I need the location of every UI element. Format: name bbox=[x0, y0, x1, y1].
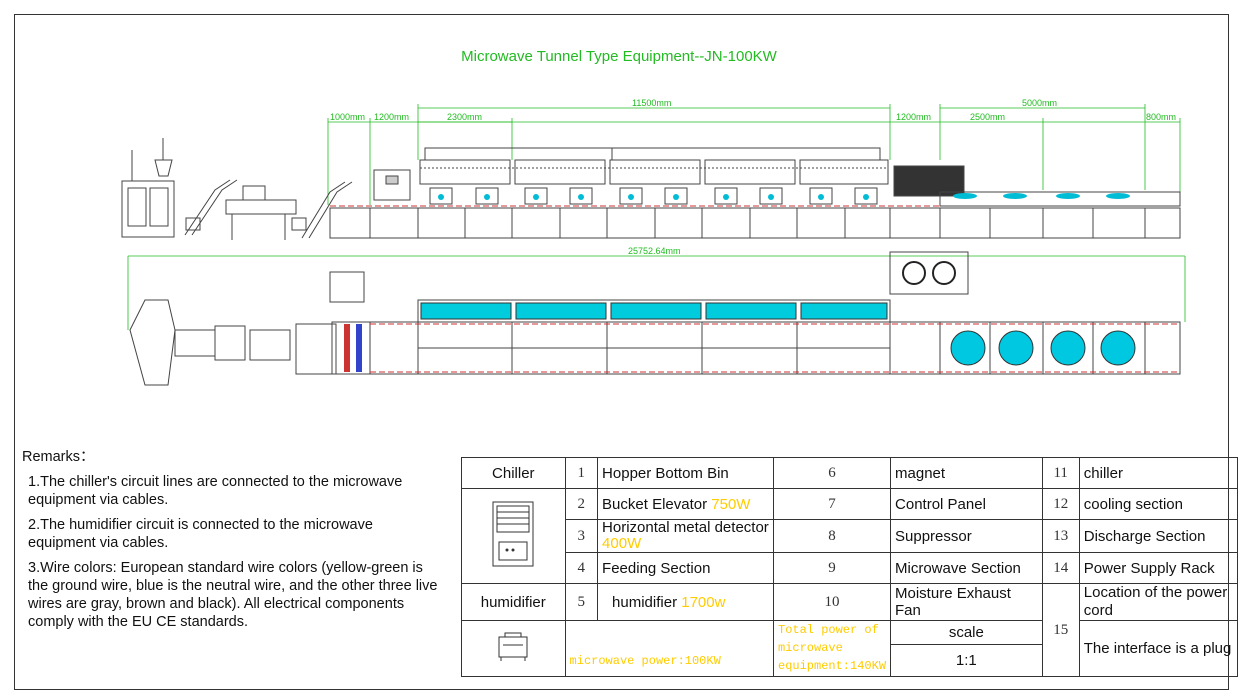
num-8: 8 bbox=[772, 519, 892, 553]
elevation-view bbox=[121, 104, 1181, 240]
dim-2300: 2300mm bbox=[447, 112, 482, 122]
item-2-label: Bucket Elevator bbox=[602, 495, 708, 513]
item-10: Moisture Exhaust Fan bbox=[890, 583, 1043, 621]
humidifier-icon bbox=[498, 632, 528, 661]
item-3-power: 400W bbox=[602, 535, 642, 552]
microwave-power-note: microwave power:100KW bbox=[564, 620, 775, 677]
item-7: Control Panel bbox=[890, 488, 1043, 520]
remarks-heading: Remarks： bbox=[22, 449, 95, 465]
num-10: 10 bbox=[772, 583, 892, 621]
humidifier-picture bbox=[461, 620, 566, 677]
chiller-label: Chiller bbox=[461, 457, 566, 489]
item-11: chiller bbox=[1078, 457, 1238, 489]
remark-2: 2.The humidifier circuit is connected to… bbox=[28, 517, 373, 551]
scale-label: scale bbox=[890, 620, 1043, 645]
item-2-power: 750W bbox=[711, 495, 751, 513]
num-7: 7 bbox=[772, 488, 892, 520]
item-5-label: humidifier bbox=[612, 593, 678, 611]
num-4: 4 bbox=[564, 552, 599, 584]
item-15a: Location of the power cord bbox=[1078, 583, 1238, 621]
cyan-windows bbox=[438, 194, 869, 200]
item-3: Horizontal metal detector 400W bbox=[597, 519, 774, 553]
bill-of-materials: Chiller 1 Hopper Bottom Bin 6 magnet 11 … bbox=[461, 457, 1238, 677]
item-5-power: 1700w bbox=[681, 593, 726, 611]
item-12: cooling section bbox=[1078, 488, 1238, 520]
num-3: 3 bbox=[564, 519, 599, 553]
equipment-drawing: 1000mm 1200mm 2300mm 11500mm 1200mm 2500… bbox=[121, 98, 1186, 386]
item-8: Suppressor bbox=[890, 519, 1043, 553]
item-13: Discharge Section bbox=[1078, 519, 1238, 553]
num-6: 6 bbox=[772, 457, 892, 489]
item-15b: The interface is a plug bbox=[1078, 620, 1238, 677]
item-14: Power Supply Rack bbox=[1078, 552, 1238, 584]
scale-value: 1:1 bbox=[890, 644, 1043, 677]
num-5: 5 bbox=[564, 583, 599, 621]
item-2: Bucket Elevator 750W bbox=[597, 488, 774, 520]
num-15: 15 bbox=[1041, 583, 1080, 677]
dim-800: 800mm bbox=[1146, 112, 1176, 122]
remark-1: 1.The chiller's circuit lines are connec… bbox=[28, 474, 403, 508]
humidifier-label: humidifier bbox=[461, 583, 566, 621]
num-9: 9 bbox=[772, 552, 892, 584]
plan-view bbox=[127, 251, 1186, 386]
total-power-note: Total power of microwave equipment:140KW bbox=[772, 620, 892, 677]
chiller-icon bbox=[492, 501, 534, 567]
num-11: 11 bbox=[1041, 457, 1080, 489]
chiller-fans bbox=[902, 261, 956, 285]
dim-1000: 1000mm bbox=[330, 112, 365, 122]
dim-11500: 11500mm bbox=[632, 98, 671, 108]
dim-5000: 5000mm bbox=[1022, 98, 1057, 108]
item-1: Hopper Bottom Bin bbox=[597, 457, 774, 489]
num-12: 12 bbox=[1041, 488, 1080, 520]
item-9: Microwave Section bbox=[890, 552, 1043, 584]
chiller-picture bbox=[461, 488, 566, 584]
num-14: 14 bbox=[1041, 552, 1080, 584]
dim-1200b: 1200mm bbox=[896, 112, 931, 122]
remarks: Remarks： 1.The chiller's circuit lines a… bbox=[22, 448, 442, 638]
num-13: 13 bbox=[1041, 519, 1080, 553]
item-3-label: Horizontal metal detector bbox=[602, 519, 769, 536]
num-1: 1 bbox=[564, 457, 599, 489]
num-2: 2 bbox=[564, 488, 599, 520]
item-4: Feeding Section bbox=[597, 552, 774, 584]
remark-3: 3.Wire colors: European standard wire co… bbox=[28, 560, 438, 630]
dim-1200a: 1200mm bbox=[374, 112, 409, 122]
item-5: humidifier 1700w bbox=[597, 583, 774, 621]
item-6: magnet bbox=[890, 457, 1043, 489]
microwave-power: microwave power:100KW bbox=[569, 654, 721, 668]
dim-25752: 25752.64mm bbox=[628, 246, 681, 256]
dim-2500: 2500mm bbox=[970, 112, 1005, 122]
